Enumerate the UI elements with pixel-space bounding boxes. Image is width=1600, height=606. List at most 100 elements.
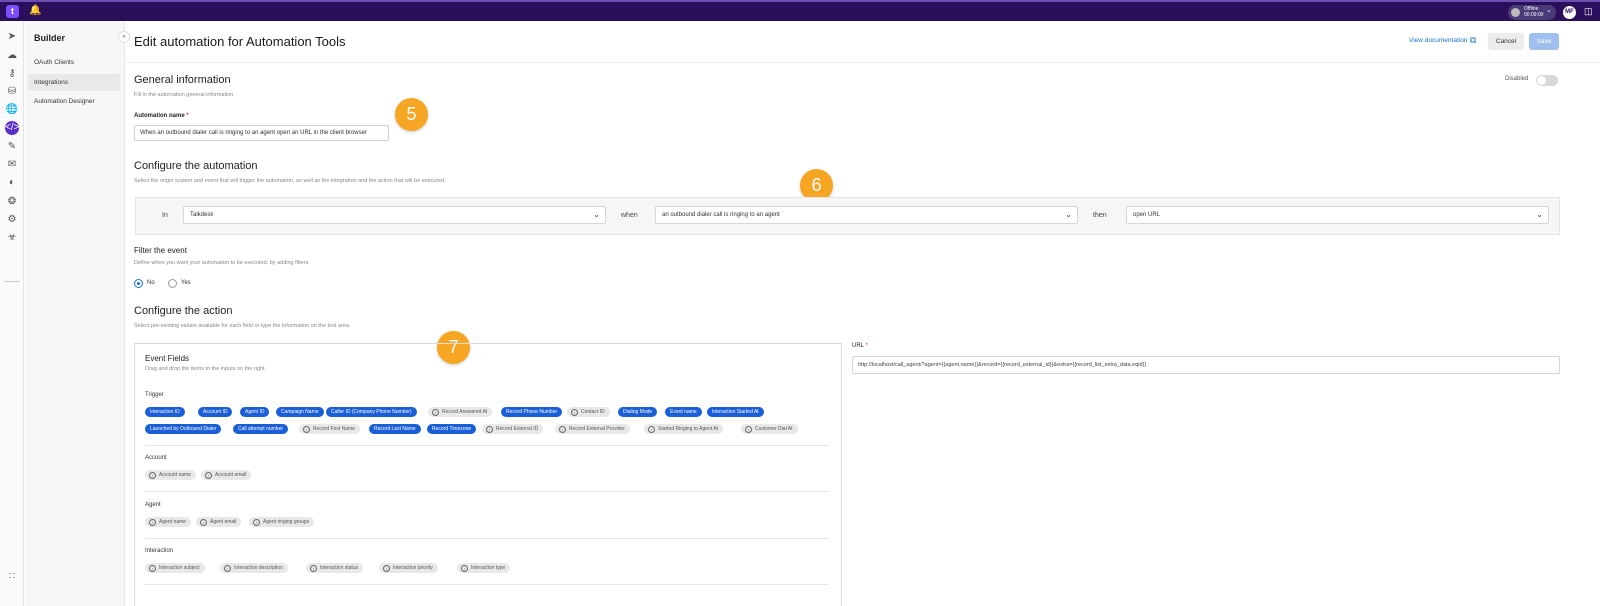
flow-icon[interactable]: ⚷ [5, 67, 19, 81]
url-label: URL * [852, 343, 868, 349]
info-icon: i [745, 425, 752, 433]
sidebar-item-oauth-clients[interactable]: OAuth Clients [28, 54, 120, 71]
when-label: when [621, 212, 638, 219]
event-field-chip-label: Caller ID (Company Phone Number) [331, 409, 412, 415]
event-field-chip-label: Record Last Name [374, 426, 416, 432]
step-badge-5: 5 [395, 98, 428, 131]
filter-no-radio[interactable] [134, 279, 143, 288]
bell-icon[interactable]: 🔔 [29, 5, 41, 16]
trigger-event-select[interactable]: an outbound dialer call is ringing to an… [655, 206, 1078, 224]
filter-no-label: No [147, 280, 155, 286]
avatar[interactable]: MF [1563, 6, 1576, 19]
enabled-toggle[interactable] [1536, 75, 1558, 86]
event-field-chip[interactable]: Call attempt number [233, 424, 289, 434]
event-field-chip[interactable]: Event name [665, 407, 702, 417]
main-content: Edit automation for Automation Tools Vie… [126, 21, 1600, 606]
origin-system-select[interactable]: Talkdesk ⌄ [183, 206, 606, 224]
event-field-chip[interactable]: i Interaction priority [379, 563, 438, 573]
event-field-chip-label: Interaction type [471, 565, 506, 571]
event-field-chip[interactable]: i Interaction type [457, 563, 511, 573]
group-divider [145, 445, 829, 446]
event-field-chip[interactable]: i Record First Name [299, 424, 360, 434]
event-field-chip[interactable]: i Interaction subject [145, 563, 205, 573]
info-icon: i [200, 518, 207, 526]
chat-icon[interactable]: ✉ [5, 158, 19, 172]
event-field-chip[interactable]: i Interaction status [306, 563, 364, 573]
event-field-chip[interactable]: i Agent email [196, 517, 242, 527]
event-field-chip[interactable]: Account ID [198, 407, 233, 417]
panel-toggle-icon[interactable]: ◫ [1584, 6, 1593, 17]
origin-system-value: Talkdesk [190, 212, 214, 218]
event-field-chip-label: Call attempt number [238, 426, 284, 432]
group-divider [145, 538, 829, 539]
cancel-button[interactable]: Cancel [1488, 33, 1524, 50]
external-link-icon[interactable]: ⧉ [1470, 35, 1480, 45]
then-label: then [1093, 212, 1107, 219]
agent-status-selector[interactable]: Offline 00:09:00 ⌄ [1508, 5, 1556, 20]
event-field-chip[interactable]: i Account name [145, 470, 196, 480]
bug-icon[interactable]: ☣ [5, 231, 19, 245]
event-field-chip[interactable]: Record Last Name [369, 424, 421, 434]
event-field-chip-label: Dialing Mode [623, 409, 653, 415]
app-logo[interactable]: t [6, 5, 19, 18]
info-icon: i [149, 518, 156, 526]
builder-sidebar: Builder « OAuth Clients Integrations Aut… [25, 21, 130, 606]
event-field-chip-label: Event name [670, 409, 697, 415]
grid-apps-icon[interactable]: ∷ [5, 570, 19, 584]
event-field-chip-label: Contact ID [581, 409, 605, 415]
group-trigger-label: Trigger [145, 392, 164, 398]
sidebar-item-automation-designer[interactable]: Automation Designer [28, 93, 120, 110]
edit-icon[interactable]: ✎ [5, 140, 19, 154]
event-field-chip-label: Account name [159, 472, 191, 478]
page-title: Edit automation for Automation Tools [134, 34, 346, 49]
event-field-chip[interactable]: i Record External ID [482, 424, 544, 434]
event-field-chip[interactable]: i Interaction description [220, 563, 288, 573]
event-fields-subtitle: Drag and drop the items to the inputs on… [145, 366, 267, 372]
event-field-chip[interactable]: i Account email [201, 470, 252, 480]
event-field-chip-label: Account ID [203, 409, 228, 415]
info-icon: i [205, 471, 212, 479]
event-field-chip[interactable]: i Customer Dial At [741, 424, 798, 434]
view-documentation-link[interactable]: View documentation [1409, 37, 1467, 44]
header-divider [126, 62, 1600, 63]
info-icon: i [559, 425, 566, 433]
event-field-chip[interactable]: Agent ID [240, 407, 270, 417]
event-field-chip[interactable]: Campaign Name [276, 407, 324, 417]
event-field-chip-label: Interaction ID [150, 409, 180, 415]
cloud-icon[interactable]: ☁ [5, 49, 19, 63]
code-icon[interactable]: </> [5, 121, 19, 135]
event-field-chip[interactable]: i Started Ringing to Agent At [644, 424, 724, 434]
general-info-subtitle: Fill in the automation general informati… [134, 92, 234, 98]
info-icon: i [303, 425, 310, 433]
gauge-icon[interactable]: ◐ [5, 176, 19, 190]
info-icon: i [571, 408, 578, 416]
event-field-chip[interactable]: Interaction Started At [707, 407, 764, 417]
event-field-chip[interactable]: Record Timezone [427, 424, 477, 434]
event-field-chip[interactable]: Caller ID (Company Phone Number) [326, 407, 417, 417]
globe-icon[interactable]: 🌐 [5, 103, 19, 117]
event-field-chip[interactable]: i Record Answered At [428, 407, 493, 417]
filter-yes-radio[interactable] [168, 279, 177, 288]
save-button[interactable]: Save [1529, 33, 1559, 50]
event-field-chip[interactable]: Dialing Mode [618, 407, 658, 417]
event-field-chip[interactable]: Launched by Outbound Dialer [145, 424, 222, 434]
url-input[interactable]: http://localhost/call_agent/?agent={{age… [852, 356, 1560, 374]
gear-icon[interactable]: ⚙ [5, 213, 19, 227]
rocket-icon[interactable]: ➤ [5, 30, 19, 44]
database-icon[interactable]: ⛁ [5, 85, 19, 99]
automation-name-input[interactable]: When an outbound dialer call is ringing … [134, 125, 389, 141]
sidebar-item-integrations[interactable]: Integrations [28, 74, 120, 91]
event-fields-title: Event Fields [145, 354, 190, 363]
filter-event-subtitle: Define when you want your automation to … [134, 260, 310, 266]
event-field-chip[interactable]: i Contact ID [567, 407, 610, 417]
event-field-chip[interactable]: Interaction ID [145, 407, 185, 417]
event-field-chip[interactable]: Record Phone Number [501, 407, 563, 417]
group-divider [145, 491, 829, 492]
action-select[interactable]: open URL ⌄ [1126, 206, 1549, 224]
event-field-chip[interactable]: i Agent name [145, 517, 191, 527]
event-field-chip[interactable]: i Agent ringing groups [249, 517, 315, 527]
event-fields-panel: Event Fields Drag and drop the items to … [134, 343, 842, 606]
event-field-chip[interactable]: i Record External Provider [555, 424, 630, 434]
event-field-chip-label: Agent ringing groups [263, 519, 310, 525]
compass-icon[interactable]: ❂ [5, 195, 19, 209]
